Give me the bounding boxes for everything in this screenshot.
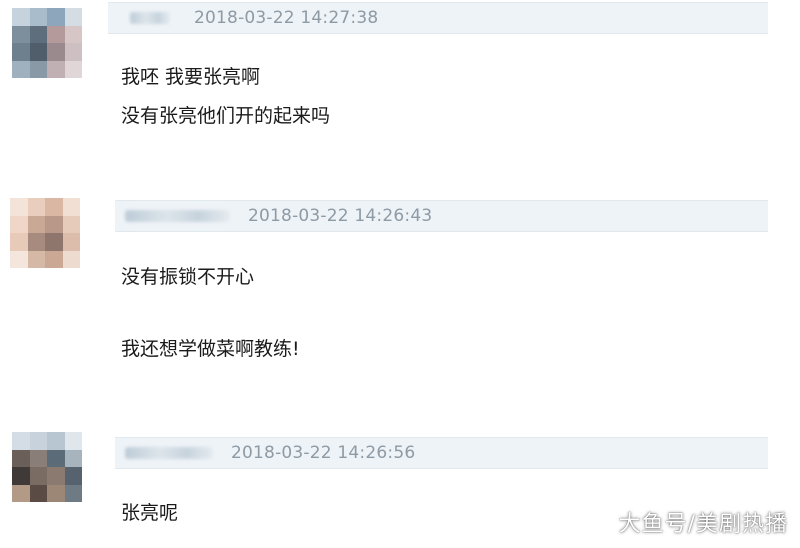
avatar-mosaic-cell <box>29 467 47 485</box>
avatar-mosaic-cell <box>27 215 45 233</box>
avatar-mosaic-cell <box>62 198 80 216</box>
avatar-mosaic-cell <box>62 250 80 268</box>
comment-text-line: 没有振锁不开心 <box>121 266 255 288</box>
avatar-mosaic-cell <box>45 233 63 251</box>
avatar-mosaic-cell <box>29 43 47 61</box>
avatar-mosaic-cell <box>12 467 30 485</box>
avatar-mosaic-cell <box>64 25 82 43</box>
avatar-mosaic-cell <box>45 215 63 233</box>
avatar-mosaic-cell <box>12 25 30 43</box>
avatar-mosaic-cell <box>64 43 82 61</box>
comment-meta-bar: 2018-03-22 14:26:43 <box>115 200 768 232</box>
watermark-text: 大鱼号/美剧热播 <box>618 512 788 537</box>
avatar-mosaic-cell <box>27 250 45 268</box>
avatar-mosaic-cell <box>47 449 65 467</box>
avatar-mosaic-cell <box>45 250 63 268</box>
comment-text-line: 张亮呢 <box>121 502 179 524</box>
avatar-mosaic-cell <box>10 198 28 216</box>
username-redacted[interactable] <box>125 210 230 222</box>
comment-text-line: 我呸 我要张亮啊 <box>121 66 261 88</box>
avatar-mosaic-cell <box>12 449 30 467</box>
avatar-mosaic-cell <box>29 484 47 502</box>
user-avatar[interactable] <box>12 432 82 502</box>
avatar-mosaic-cell <box>10 215 28 233</box>
avatar-mosaic-cell <box>12 432 30 450</box>
avatar-mosaic-cell <box>29 449 47 467</box>
avatar-mosaic-cell <box>64 484 82 502</box>
avatar-mosaic-cell <box>64 449 82 467</box>
comment-meta-bar: 2018-03-22 14:27:38 <box>108 2 768 34</box>
avatar-mosaic-cell <box>10 233 28 251</box>
avatar-mosaic-cell <box>47 484 65 502</box>
comment-timestamp: 2018-03-22 14:26:56 <box>231 443 416 463</box>
comment-meta-bar: 2018-03-22 14:26:56 <box>115 437 768 469</box>
avatar-mosaic-cell <box>64 467 82 485</box>
comment-text-line: 我还想学做菜啊教练! <box>121 338 300 360</box>
user-avatar[interactable] <box>10 198 80 268</box>
comment-timestamp: 2018-03-22 14:27:38 <box>194 8 379 28</box>
username-redacted[interactable] <box>130 12 170 24</box>
avatar-mosaic-cell <box>64 60 82 78</box>
avatar-mosaic-cell <box>29 25 47 43</box>
avatar-mosaic-cell <box>12 484 30 502</box>
user-avatar[interactable] <box>12 8 82 78</box>
avatar-mosaic-cell <box>64 432 82 450</box>
avatar-mosaic-cell <box>62 233 80 251</box>
avatar-mosaic-cell <box>10 250 28 268</box>
avatar-mosaic-cell <box>47 25 65 43</box>
avatar-mosaic-cell <box>47 60 65 78</box>
avatar-mosaic-cell <box>12 60 30 78</box>
avatar-mosaic-cell <box>12 43 30 61</box>
comment-timestamp: 2018-03-22 14:26:43 <box>248 206 433 226</box>
avatar-mosaic-cell <box>47 8 65 26</box>
avatar-mosaic-cell <box>47 43 65 61</box>
avatar-mosaic-cell <box>29 432 47 450</box>
avatar-mosaic-cell <box>27 198 45 216</box>
avatar-mosaic-cell <box>29 8 47 26</box>
avatar-mosaic-cell <box>12 8 30 26</box>
avatar-mosaic-cell <box>47 432 65 450</box>
username-redacted[interactable] <box>125 447 213 459</box>
avatar-mosaic-cell <box>64 8 82 26</box>
comment-text-line: 没有张亮他们开的起来吗 <box>121 105 331 127</box>
avatar-mosaic-cell <box>47 467 65 485</box>
avatar-mosaic-cell <box>62 215 80 233</box>
avatar-mosaic-cell <box>29 60 47 78</box>
avatar-mosaic-cell <box>27 233 45 251</box>
avatar-mosaic-cell <box>45 198 63 216</box>
